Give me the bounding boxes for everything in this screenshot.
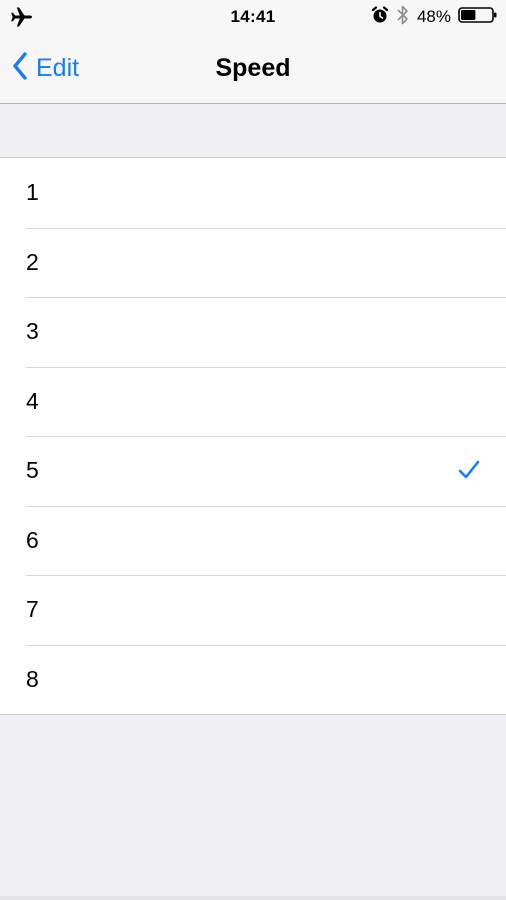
list-item[interactable]: 7 xyxy=(0,575,506,645)
battery-percent: 48% xyxy=(416,7,451,26)
list-item[interactable]: 1 xyxy=(0,158,506,228)
list-item[interactable]: 5 xyxy=(0,436,506,506)
speed-options-list: 1 2 3 4 5 6 7 8 xyxy=(0,157,506,715)
speed-option-label: 6 xyxy=(26,526,39,553)
battery-icon xyxy=(458,6,498,29)
speed-option-label: 1 xyxy=(26,179,39,206)
bottom-edge xyxy=(0,896,506,900)
alarm-icon xyxy=(371,5,389,29)
list-item[interactable]: 3 xyxy=(0,297,506,367)
speed-option-label: 4 xyxy=(26,387,39,414)
page-title: Speed xyxy=(215,54,291,82)
list-item[interactable]: 8 xyxy=(0,644,506,715)
speed-option-label: 2 xyxy=(26,248,39,275)
list-item[interactable]: 6 xyxy=(0,505,506,576)
list-item[interactable]: 4 xyxy=(0,366,506,437)
bluetooth-icon xyxy=(396,4,410,31)
speed-option-label: 3 xyxy=(26,318,39,345)
status-right-group: 48% xyxy=(371,4,498,31)
speed-option-label: 7 xyxy=(26,596,39,623)
speed-option-label: 8 xyxy=(26,665,39,692)
speed-option-label: 5 xyxy=(26,457,39,484)
status-bar: 14:41 48% xyxy=(0,0,506,34)
checkmark-icon xyxy=(458,460,480,480)
list-item[interactable]: 2 xyxy=(0,227,506,298)
navigation-bar: Edit Speed xyxy=(0,34,506,104)
